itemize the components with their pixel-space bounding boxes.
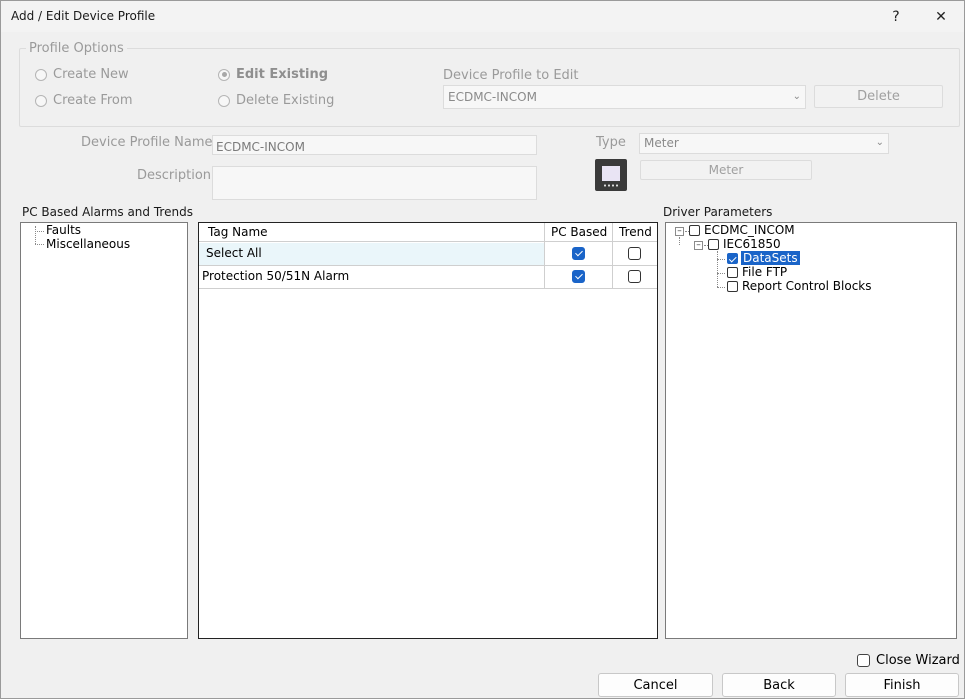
tree-connector [35,231,44,232]
type-label: Type [596,135,626,150]
radio-dot [218,94,230,107]
tree-item-iec61850[interactable]: IEC61850 [723,237,781,251]
description-label: Description [137,168,212,183]
collapse-icon[interactable]: – [675,227,684,236]
column-header-pc-based[interactable]: PC Based [551,225,607,239]
radio-dot [35,68,47,81]
grid-divider [544,223,545,289]
tree-connector [679,237,680,245]
device-profile-name-label: Device Profile Name [81,135,213,150]
tree-connector [717,273,725,274]
tree-connector [35,226,36,244]
back-button-label: Back [763,677,795,693]
grid-divider [612,223,613,289]
dialog-window: Add / Edit Device Profile ? ✕ Profile Op… [0,0,965,699]
window-title: Add / Edit Device Profile [11,9,156,23]
type-meter-button[interactable]: Meter [640,160,812,180]
help-button[interactable]: ? [873,1,919,32]
trend-checkbox-select-all[interactable] [628,247,641,260]
driver-parameters-tree[interactable]: – ECDMC_INCOM – IEC61850 DataSets File F… [665,222,957,639]
tree-item-miscellaneous[interactable]: Miscellaneous [46,237,130,251]
device-profile-name-field[interactable]: ECDMC-INCOM [212,135,537,155]
close-button[interactable]: ✕ [918,1,964,32]
radio-label: Delete Existing [236,93,335,108]
row-separator [199,265,657,266]
help-icon: ? [892,8,900,25]
checkbox-iec61850[interactable] [708,239,719,250]
tree-item-ecdmc-incom[interactable]: ECDMC_INCOM [704,223,795,237]
tag-row-protection-alarm[interactable]: Protection 50/51N Alarm [202,269,349,283]
meter-buttons [603,184,619,187]
radio-label: Edit Existing [236,67,329,82]
pc-based-checkbox-select-all[interactable] [572,247,585,260]
collapse-icon[interactable]: – [694,241,703,250]
title-bar[interactable]: Add / Edit Device Profile ? ✕ [1,1,964,32]
delete-button-label: Delete [857,89,900,104]
column-header-tag-name[interactable]: Tag Name [208,225,268,239]
type-meter-button-label: Meter [708,163,744,177]
radio-dot-selected [218,68,230,81]
trend-checkbox-protection-alarm[interactable] [628,270,641,283]
finish-button[interactable]: Finish [845,673,959,697]
device-profile-label: Device Profile to Edit [443,68,579,83]
tag-row-select-all[interactable]: Select All [206,246,262,260]
radio-dot [35,94,47,107]
radio-create-new[interactable]: Create New [35,67,129,82]
type-select[interactable]: Meter ⌄ [639,133,889,154]
chevron-down-icon: ⌄ [792,91,801,102]
chevron-down-icon: ⌄ [875,137,884,148]
checkbox-report-control-blocks[interactable] [727,281,738,292]
tree-connector [35,244,44,245]
device-profile-value: ECDMC-INCOM [448,90,537,104]
checkbox-datasets[interactable] [727,253,738,264]
driver-parameters-title: Driver Parameters [663,205,773,219]
radio-label: Create New [53,67,129,82]
tree-connector [717,287,725,288]
radio-create-from[interactable]: Create From [35,93,133,108]
tree-item-datasets[interactable]: DataSets [741,251,800,265]
tree-item-report-control-blocks[interactable]: Report Control Blocks [742,279,872,293]
checkbox-ecdmc-incom[interactable] [689,225,700,236]
device-profile-name-value: ECDMC-INCOM [216,140,305,154]
tree-connector [717,251,718,287]
delete-button[interactable]: Delete [814,85,943,108]
profile-options-legend: Profile Options [26,41,127,56]
device-profile-select[interactable]: ECDMC-INCOM ⌄ [443,85,806,109]
row-separator [199,288,657,289]
type-value: Meter [644,136,679,150]
column-header-trend[interactable]: Trend [619,225,652,239]
radio-label: Create From [53,93,133,108]
cancel-button[interactable]: Cancel [598,673,713,697]
tree-connector [717,259,725,260]
finish-button-label: Finish [883,677,921,693]
cancel-button-label: Cancel [633,677,678,693]
close-wizard-checkbox[interactable] [857,654,870,667]
close-wizard-option[interactable]: Close Wizard [857,653,960,668]
alarms-trends-title: PC Based Alarms and Trends [22,205,193,219]
close-icon: ✕ [935,8,947,25]
meter-icon [595,159,627,191]
description-field[interactable] [212,166,537,200]
back-button[interactable]: Back [722,673,836,697]
radio-edit-existing[interactable]: Edit Existing [218,67,328,82]
radio-delete-existing[interactable]: Delete Existing [218,93,334,108]
alarms-tree-panel[interactable]: Faults Miscellaneous [20,222,188,639]
tag-grid[interactable]: Tag Name PC Based Trend Select All Prote… [198,222,658,639]
pc-based-checkbox-protection-alarm[interactable] [572,270,585,283]
close-wizard-label: Close Wizard [876,653,960,668]
tree-item-faults[interactable]: Faults [46,223,81,237]
meter-screen [602,166,620,181]
checkbox-file-ftp[interactable] [727,267,738,278]
tree-item-file-ftp[interactable]: File FTP [742,265,787,279]
